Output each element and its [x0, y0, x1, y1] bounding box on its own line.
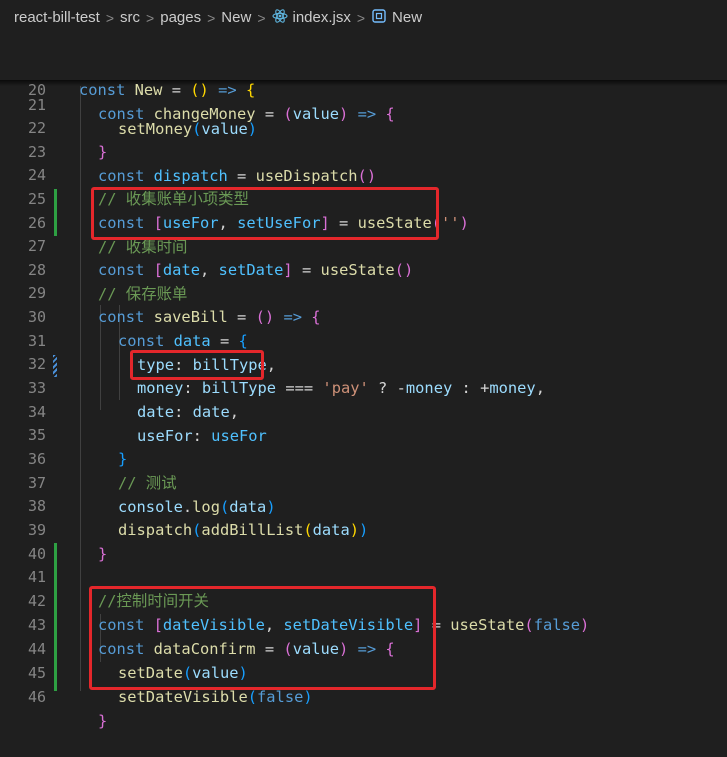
- chevron-right-icon: >: [356, 9, 366, 26]
- code-line[interactable]: 24 // 收集账单小项类型: [0, 140, 727, 208]
- code-line[interactable]: 25 const [useFor, setUseFor] = useState(…: [0, 164, 727, 232]
- code-line[interactable]: 32 money: billType === 'pay' ? -money : …: [0, 329, 727, 397]
- chevron-right-icon: >: [105, 9, 115, 26]
- highlight-box-date-field: [130, 350, 264, 380]
- breadcrumb-item-symbol[interactable]: New: [392, 9, 422, 26]
- code-line[interactable]: 31 type: billType,: [0, 306, 727, 374]
- breadcrumb-item-project[interactable]: react-bill-test: [14, 9, 100, 26]
- code-text: const New = () => {: [79, 80, 256, 99]
- code-line[interactable]: 40: [0, 519, 727, 563]
- sticky-line[interactable]: 20 const changeMoney = (value) => {: [0, 55, 727, 123]
- line-number: 20: [27, 80, 46, 99]
- code-editor[interactable]: react-bill-test > src > pages > New > in…: [0, 0, 727, 730]
- chevron-right-icon: >: [207, 9, 216, 26]
- chevron-right-icon: >: [146, 9, 155, 26]
- react-atom-icon: [271, 8, 288, 28]
- code-line[interactable]: 33 date: date,: [0, 353, 727, 421]
- breadcrumb-item-file[interactable]: index.jsx: [293, 9, 351, 26]
- code-line[interactable]: 35 }: [0, 400, 727, 468]
- sticky-line[interactable]: 12 const New = () => {: [0, 31, 727, 99]
- highlight-box-date-state: [91, 187, 439, 240]
- component-cube-icon: [371, 8, 387, 28]
- breadcrumb-item-pages[interactable]: pages: [160, 9, 201, 26]
- breadcrumb: react-bill-test > src > pages > New > in…: [0, 0, 727, 35]
- code-line[interactable]: 41 //控制时间开关: [0, 542, 727, 610]
- highlight-box-data-confirm: [89, 586, 436, 690]
- line-number: 46: [27, 687, 46, 706]
- code-line[interactable]: 34 useFor: useFor: [0, 377, 727, 445]
- code-line[interactable]: 37 console.log(data): [0, 448, 727, 516]
- code-line[interactable]: 30 const data = {: [0, 282, 727, 350]
- breadcrumb-item-new-folder[interactable]: New: [221, 9, 251, 26]
- code-line[interactable]: 38 dispatch(addBillList(data)): [0, 471, 727, 539]
- breadcrumb-item-src[interactable]: src: [120, 9, 140, 26]
- code-text: const changeMoney = (value) => {: [98, 104, 395, 123]
- code-line[interactable]: 39 }: [0, 495, 727, 563]
- chevron-right-icon: >: [257, 9, 266, 26]
- code-line[interactable]: 36 // 测试: [0, 424, 727, 492]
- code-line[interactable]: 29 const saveBill = () => {: [0, 258, 727, 326]
- code-text: }: [98, 711, 108, 730]
